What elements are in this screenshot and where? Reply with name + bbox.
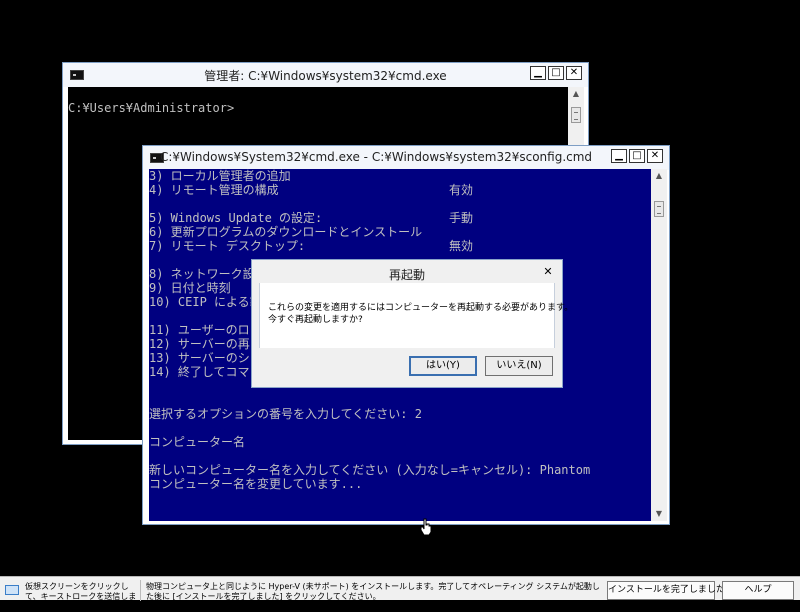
dialog-message-line-1: これらの変更を適用するにはコンピューターを再起動する必要があります。 — [268, 303, 574, 313]
menu-option-row — [149, 197, 651, 211]
menu-option-label: 13) サーバーのシ — [149, 351, 250, 365]
menu-option-label: 11) ユーザーのロ — [149, 323, 250, 337]
minimize-button[interactable]: ▁ — [530, 66, 546, 80]
no-button[interactable]: いいえ(N) — [485, 356, 553, 376]
maximize-button[interactable]: □ — [548, 66, 564, 80]
close-button[interactable]: ✕ — [566, 66, 582, 80]
divider — [140, 580, 141, 601]
menu-option-row: 3) ローカル管理者の追加 — [149, 169, 651, 183]
sconfig-cmd-titlebar[interactable]: C:¥Windows¥System32¥cmd.exe - C:¥Windows… — [143, 146, 669, 170]
menu-option-row: 7) リモート デスクトップ: 無効 — [149, 239, 651, 253]
dialog-message-area: これらの変更を適用するにはコンピューターを再起動する必要があります。 今すぐ再起… — [259, 283, 573, 348]
yes-button[interactable]: はい(Y) — [409, 356, 477, 376]
scroll-up-arrow-icon[interactable]: ▲ — [651, 169, 667, 183]
menu-option-label: 7) リモート デスクトップ: — [149, 239, 306, 253]
menu-option-label: 4) リモート管理の構成 — [149, 183, 279, 197]
close-button[interactable]: ✕ — [647, 149, 663, 163]
console-output-line: コンピューター名を変更しています... — [149, 477, 363, 491]
menu-option-label: 5) Windows Update の設定: — [149, 211, 323, 225]
install-instructions: 物理コンピュータ上と同じように Hyper-V (未サポート) をインストールし… — [146, 582, 600, 601]
menu-option-label: 9) 日付と時刻 — [149, 281, 231, 295]
install-complete-button[interactable]: インストールを完了しました — [607, 581, 725, 600]
dialog-close-icon[interactable]: ✕ — [540, 265, 556, 279]
menu-option-value: 手動 — [449, 211, 474, 225]
click-screen-hint: 仮想スクリーンをクリックして、キーストロークを送信します — [25, 582, 137, 611]
hyperv-hint-bar: 仮想スクリーンをクリックして、キーストロークを送信します 物理コンピュータ上と同… — [0, 576, 800, 611]
menu-option-label: 10) CEIP による製 — [149, 295, 262, 309]
minimize-button[interactable]: ▁ — [611, 149, 627, 163]
console-output-line: コンピューター名 — [149, 435, 246, 449]
dialog-message: これらの変更を適用するにはコンピューターを再起動する必要があります。 今すぐ再起… — [268, 302, 573, 326]
menu-option-value: 無効 — [449, 239, 474, 253]
help-button[interactable]: ヘルプ — [722, 581, 794, 600]
scroll-down-arrow-icon[interactable]: ▼ — [651, 507, 667, 521]
dialog-message-line-2: 今すぐ再起動しますか? — [268, 315, 363, 325]
menu-option-label: 3) ローカル管理者の追加 — [149, 169, 291, 183]
dialog-title: 再起動 — [388, 268, 425, 282]
scroll-thumb[interactable] — [571, 107, 581, 123]
menu-option-label: 6) 更新プログラムのダウンロードとインストール — [149, 225, 423, 239]
menu-option-row: 6) 更新プログラムのダウンロードとインストール — [149, 225, 651, 239]
restart-dialog[interactable]: 再起動 ✕ これらの変更を適用するにはコンピューターを再起動する必要があります。… — [251, 259, 573, 388]
console-prompt: C:¥Users¥Administrator> — [68, 101, 235, 115]
admin-cmd-title: 管理者: C:¥Windows¥system32¥cmd.exe — [204, 69, 447, 83]
sconfig-cmd-title: C:¥Windows¥System32¥cmd.exe - C:¥Windows… — [159, 150, 593, 164]
admin-cmd-titlebar[interactable]: 管理者: C:¥Windows¥system32¥cmd.exe ▁ □ ✕ — [63, 63, 588, 87]
menu-option-row: 5) Windows Update の設定: 手動 — [149, 211, 651, 225]
hand-cursor-icon — [420, 518, 432, 536]
menu-option-row: 4) リモート管理の構成 有効 — [149, 183, 651, 197]
scroll-thumb[interactable] — [654, 201, 664, 217]
menu-option-label: 14) 終了してコマ — [149, 365, 250, 379]
menu-option-value: 有効 — [449, 183, 474, 197]
menu-option-label: 8) ネットワーク設 — [149, 267, 255, 281]
console-output-line: 新しいコンピューター名を入力してください (入力なし=キャンセル): Phant… — [149, 463, 591, 477]
scroll-up-arrow-icon[interactable]: ▲ — [568, 87, 584, 101]
keyboard-icon — [5, 585, 19, 595]
sconfig-scrollbar[interactable]: ▲ ▼ — [651, 169, 667, 521]
maximize-button[interactable]: □ — [629, 149, 645, 163]
menu-option-label: 12) サーバーの再 — [149, 337, 250, 351]
console-output-line: 選択するオプションの番号を入力してください: 2 — [149, 407, 422, 421]
